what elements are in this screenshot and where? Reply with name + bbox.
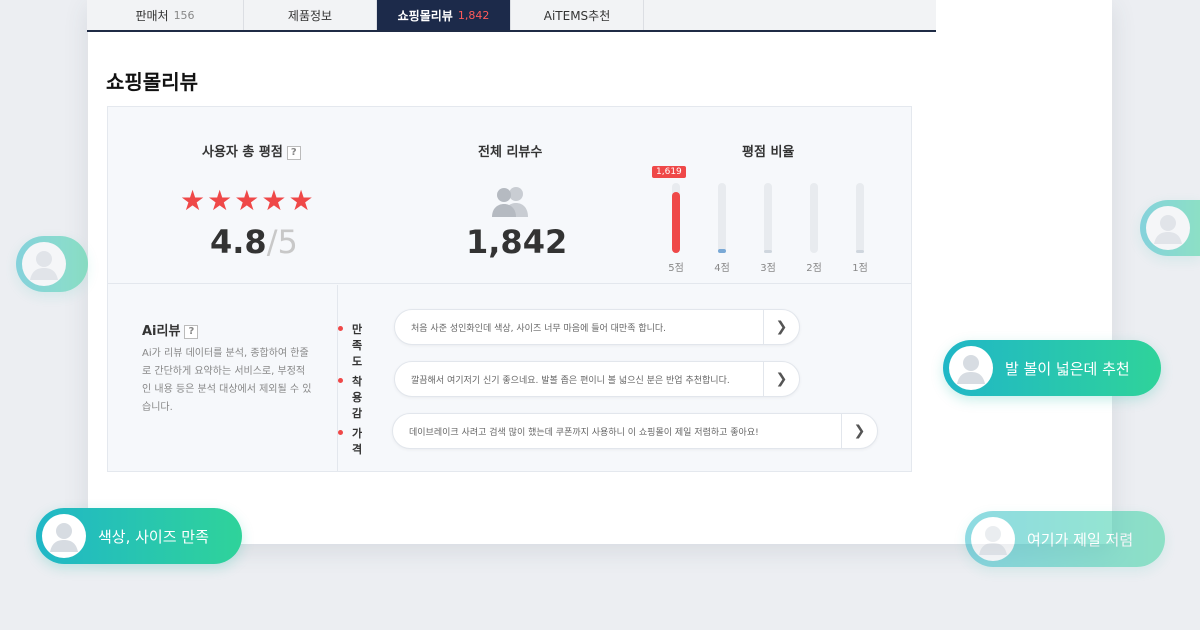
ai-review-pill[interactable]: 처음 사준 성인화인데 색상, 사이즈 너무 마음에 들어 대만족 합니다. ❯: [394, 309, 800, 345]
chevron-right-icon[interactable]: ❯: [763, 362, 799, 396]
review-chip-partial: [16, 236, 88, 292]
tab-aitems[interactable]: AiTEMS추천: [511, 0, 644, 30]
ratio-bar-label: 4점: [714, 263, 730, 274]
review-summary-panel: 사용자 총 평점? ★ ★ ★ ★ ★ 4.8/5 전체 리뷰수 1,842 평…: [107, 106, 912, 472]
user-avatar-icon: [971, 517, 1015, 561]
ratio-bubble: 1,619: [652, 166, 686, 178]
bullet-dot: [338, 430, 343, 435]
ratio-bar-track: [764, 183, 772, 253]
tab-product-info[interactable]: 제품정보: [244, 0, 377, 30]
star-icon: ★: [234, 184, 260, 217]
bullet-dot: [338, 326, 343, 331]
ai-review-label: 착용감: [352, 375, 363, 420]
ai-review-pill[interactable]: 데이브레이크 사려고 검색 많이 했는데 쿠폰까지 사용하니 이 쇼핑몰이 제일…: [392, 413, 878, 449]
chip-text: 색상, 사이즈 만족: [98, 528, 209, 546]
tab-label: 쇼핑몰리뷰: [397, 8, 453, 23]
review-chip[interactable]: 색상, 사이즈 만족: [36, 508, 242, 564]
ratio-bar-fill: [718, 249, 726, 253]
tab-sellers[interactable]: 판매처 156: [87, 0, 244, 30]
rating-score: 4.8/5: [210, 223, 298, 261]
user-avatar-icon: [949, 346, 993, 390]
ratio-bar-track: [856, 183, 864, 253]
review-chip[interactable]: 발 볼이 넓은데 추천: [943, 340, 1161, 396]
people-icon: [492, 187, 528, 217]
bullet-dot: [338, 378, 343, 383]
ai-review-label: 만족도: [352, 323, 363, 368]
user-avatar-icon: [42, 514, 86, 558]
review-chip-partial: [1140, 200, 1200, 256]
help-icon[interactable]: ?: [184, 325, 199, 339]
help-icon[interactable]: ?: [286, 146, 301, 160]
user-avatar-icon: [22, 242, 66, 286]
star-icon: ★: [288, 184, 314, 217]
tab-shopping-reviews[interactable]: 쇼핑몰리뷰 1,842: [377, 0, 511, 30]
chip-text: 발 볼이 넓은데 추천: [1005, 360, 1130, 378]
rating-title: 사용자 총 평점?: [202, 141, 301, 160]
ratio-title: 평점 비율: [742, 145, 795, 160]
rating-title-text: 사용자 총 평점: [202, 145, 283, 160]
ai-review-text: 깔끔해서 여기저기 신기 좋으네요. 발볼 좁은 편이니 볼 넓으신 분은 반업…: [411, 376, 730, 386]
ratio-bar-fill: [672, 192, 680, 253]
review-count-title: 전체 리뷰수: [478, 145, 543, 160]
ai-review-title-text: Ai리뷰: [142, 324, 181, 339]
ratio-bar-fill: [856, 250, 864, 253]
tab-bar: 판매처 156 제품정보 쇼핑몰리뷰 1,842 AiTEMS추천: [87, 0, 936, 32]
ratio-bar-label: 5점: [668, 263, 684, 274]
rating-stars: ★ ★ ★ ★ ★: [180, 187, 314, 215]
ratio-bar-label: 1점: [852, 263, 868, 274]
ratio-bar-label: 3점: [760, 263, 776, 274]
tab-label: 제품정보: [287, 8, 333, 23]
section-title: 쇼핑몰리뷰: [106, 70, 198, 94]
star-icon: ★: [207, 184, 233, 217]
review-chip[interactable]: 여기가 제일 저렴: [965, 511, 1165, 567]
chip-text: 여기가 제일 저렴: [1027, 531, 1134, 549]
ratio-bar-label: 2점: [806, 263, 822, 274]
ai-review-title: Ai리뷰?: [142, 320, 199, 339]
chevron-right-icon[interactable]: ❯: [841, 414, 877, 448]
star-icon: ★: [180, 184, 206, 217]
ratio-bar-track: [718, 183, 726, 253]
ai-review-text: 처음 사준 성인화인데 색상, 사이즈 너무 마음에 들어 대만족 합니다.: [411, 324, 667, 334]
ai-review-pill[interactable]: 깔끔해서 여기저기 신기 좋으네요. 발볼 좁은 편이니 볼 넓으신 분은 반업…: [394, 361, 800, 397]
ai-review-section: Ai리뷰? Ai가 리뷰 데이터를 분석, 종합하여 한줄로 간단하게 요약하는…: [108, 285, 911, 471]
chevron-right-icon[interactable]: ❯: [763, 310, 799, 344]
rating-max: /5: [266, 223, 298, 261]
ratio-bar-track: [810, 183, 818, 253]
ai-review-description: Ai가 리뷰 데이터를 분석, 종합하여 한줄로 간단하게 요약하는 서비스로,…: [142, 348, 312, 413]
ai-review-info: Ai리뷰? Ai가 리뷰 데이터를 분석, 종합하여 한줄로 간단하게 요약하는…: [108, 285, 338, 471]
summary-stats: 사용자 총 평점? ★ ★ ★ ★ ★ 4.8/5 전체 리뷰수 1,842 평…: [108, 107, 911, 284]
tab-count: 1,842: [457, 8, 490, 22]
ai-review-text: 데이브레이크 사려고 검색 많이 했는데 쿠폰까지 사용하니 이 쇼핑몰이 제일…: [409, 428, 759, 438]
tab-label: AiTEMS추천: [543, 8, 611, 23]
user-avatar-icon: [1146, 206, 1190, 250]
ai-review-label: 가격: [352, 427, 363, 456]
ratio-bar-fill: [764, 250, 772, 253]
ratio-bar-track: [672, 183, 680, 253]
review-count: 1,842: [466, 223, 568, 261]
star-icon: ★: [261, 184, 287, 217]
rating-ratio-chart: 1,619 5점 4점 3점 2점 1점: [652, 166, 876, 277]
tab-label: 판매처: [135, 8, 169, 23]
rating-value: 4.8: [210, 223, 267, 261]
tab-count: 156: [173, 8, 195, 22]
